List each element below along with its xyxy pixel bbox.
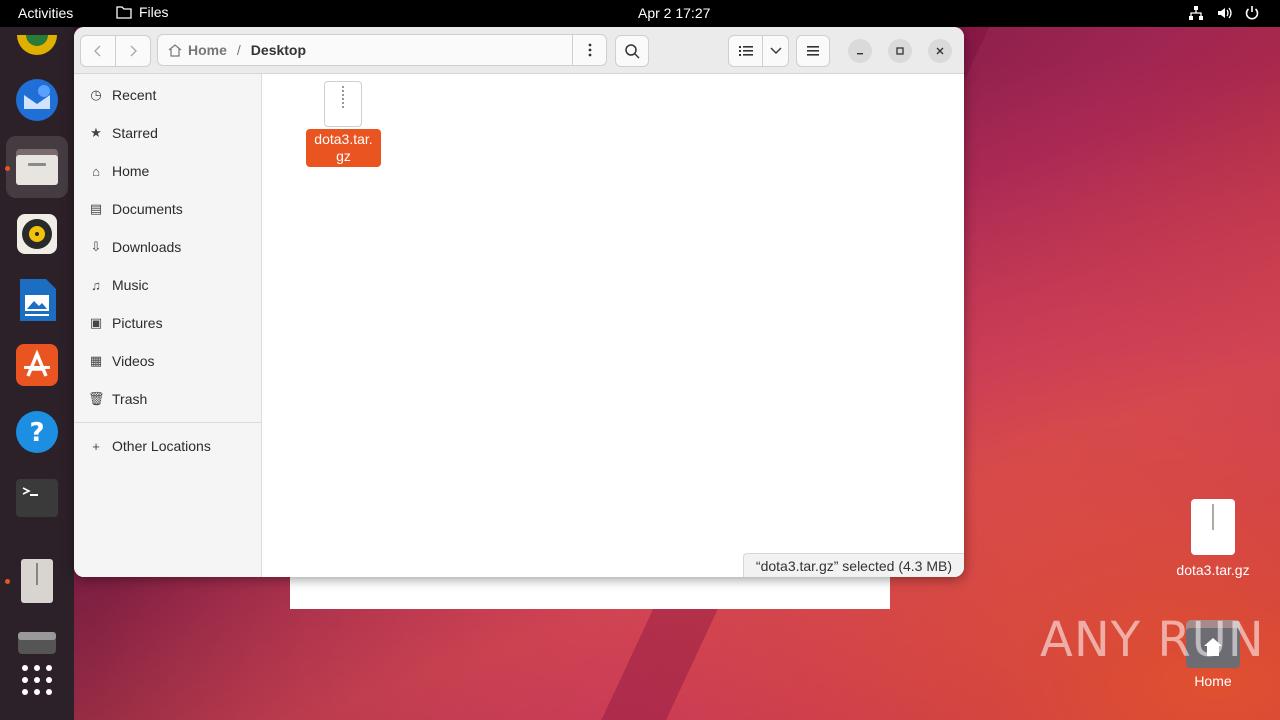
video-icon: ▦ — [89, 353, 103, 368]
status-bar: “dota3.tar.gz” selected (4.3 MB) — [742, 553, 964, 577]
terminal-icon[interactable] — [14, 475, 60, 521]
sidebar-item-recent[interactable]: ◷ Recent — [88, 80, 156, 110]
maximize-button[interactable] — [888, 39, 912, 63]
power-icon — [1245, 6, 1259, 20]
sidebar-item-label: Other Locations — [112, 438, 211, 454]
chevron-right-icon — [130, 45, 137, 57]
archive-file-icon — [324, 81, 362, 127]
sidebar-item-label: Videos — [112, 353, 155, 369]
svg-text:?: ? — [29, 418, 44, 448]
sidebar-item-label: Home — [112, 163, 150, 179]
chrome-icon[interactable] — [14, 27, 60, 73]
sidebar: ◷ Recent ★ Starred ⌂ Home ▤ Documents ⇩ … — [74, 74, 262, 577]
file-name-label: dota3.tar. gz — [306, 129, 381, 167]
desktop-file-dota3[interactable]: dota3.tar.gz — [1166, 498, 1260, 578]
archive-icon[interactable] — [14, 558, 60, 604]
download-icon: ⇩ — [90, 239, 102, 254]
view-options-button[interactable] — [762, 35, 789, 67]
breadcrumb-separator: / — [236, 42, 241, 58]
kebab-menu-icon — [588, 43, 591, 57]
files-icon[interactable] — [6, 136, 68, 198]
trash-icon: 🗑 — [88, 391, 105, 406]
header-bar: Home / Desktop — [74, 27, 964, 74]
clock[interactable]: Apr 2 17:27 — [638, 5, 710, 21]
background-window[interactable] — [290, 577, 890, 609]
system-tray[interactable] — [1188, 5, 1260, 21]
files-window: Home / Desktop ◷ Recent ★ Starred ⌂ Home… — [74, 27, 964, 577]
app-center-icon[interactable] — [14, 342, 60, 388]
sidebar-item-downloads[interactable]: ⇩ Downloads — [88, 232, 182, 262]
sidebar-item-trash[interactable]: 🗑 Trash — [88, 384, 147, 414]
close-icon — [936, 47, 944, 55]
rhythmbox-icon[interactable] — [14, 211, 60, 257]
top-bar: Activities Files Apr 2 17:27 — [0, 0, 1280, 27]
help-icon[interactable]: ? — [14, 409, 60, 455]
search-button[interactable] — [615, 35, 649, 67]
sidebar-item-documents[interactable]: ▤ Documents — [88, 194, 183, 224]
star-icon: ★ — [90, 125, 102, 140]
sidebar-item-label: Recent — [112, 87, 157, 103]
sidebar-item-label: Trash — [112, 391, 148, 407]
sidebar-item-home[interactable]: ⌂ Home — [88, 156, 149, 186]
running-indicator — [5, 166, 10, 171]
sidebar-item-label: Downloads — [112, 239, 182, 255]
chevron-down-icon — [770, 47, 781, 54]
maximize-icon — [896, 47, 904, 55]
picture-icon: ▣ — [89, 315, 103, 330]
volume-icon — [1218, 7, 1232, 19]
file-view[interactable]: dota3.tar. gz “dota3.tar.gz” selected (4… — [263, 74, 964, 577]
hamburger-icon — [807, 46, 819, 56]
sidebar-item-music[interactable]: ♫ Music — [88, 270, 149, 300]
main-menu-button[interactable] — [796, 35, 830, 67]
breadcrumb-home[interactable]: Home — [168, 42, 227, 58]
sidebar-item-starred[interactable]: ★ Starred — [88, 118, 158, 148]
network-icon — [1189, 6, 1203, 20]
clock-icon: ◷ — [90, 87, 102, 102]
document-icon: ▤ — [89, 201, 103, 216]
plus-icon: + — [92, 438, 100, 454]
home-icon: ⌂ — [92, 163, 100, 179]
sidebar-item-label: Pictures — [112, 315, 163, 331]
folder-icon — [116, 6, 132, 19]
sidebar-item-videos[interactable]: ▦ Videos — [88, 346, 155, 376]
list-view-button[interactable] — [728, 35, 763, 67]
sidebar-divider — [74, 422, 262, 423]
sidebar-item-label: Documents — [112, 201, 183, 217]
running-indicator — [5, 579, 10, 584]
music-icon: ♫ — [91, 277, 101, 293]
close-button[interactable] — [928, 39, 952, 63]
list-view-icon — [738, 46, 753, 56]
sidebar-item-label: Starred — [112, 125, 158, 141]
app-name: Files — [139, 4, 169, 20]
sidebar-item-label: Music — [112, 277, 149, 293]
forward-button[interactable] — [115, 35, 151, 67]
minimize-icon — [857, 53, 863, 55]
breadcrumb-home-label: Home — [188, 42, 227, 58]
breadcrumb-current[interactable]: Desktop — [251, 42, 306, 58]
writer-icon[interactable] — [14, 277, 60, 323]
sidebar-item-pictures[interactable]: ▣ Pictures — [88, 308, 163, 338]
activities-button[interactable]: Activities — [18, 5, 73, 21]
search-icon — [625, 44, 640, 59]
chevron-left-icon — [94, 45, 101, 57]
sidebar-item-other-locations[interactable]: + Other Locations — [88, 431, 211, 461]
minimize-button[interactable] — [848, 39, 872, 63]
watermark: ANY RUN — [1040, 612, 1265, 668]
app-menu[interactable]: Files — [116, 4, 169, 20]
back-button[interactable] — [80, 35, 116, 67]
archive-file-icon — [1191, 499, 1235, 555]
path-menu-button[interactable] — [572, 35, 606, 65]
dock: ? — [0, 27, 74, 720]
desktop-file-label: dota3.tar.gz — [1176, 562, 1250, 578]
thunderbird-icon[interactable] — [14, 77, 60, 123]
path-bar: Home / Desktop — [157, 34, 607, 66]
desktop-home-label: Home — [1194, 673, 1232, 689]
home-icon — [168, 44, 182, 57]
app-grid-icon[interactable] — [14, 657, 60, 703]
